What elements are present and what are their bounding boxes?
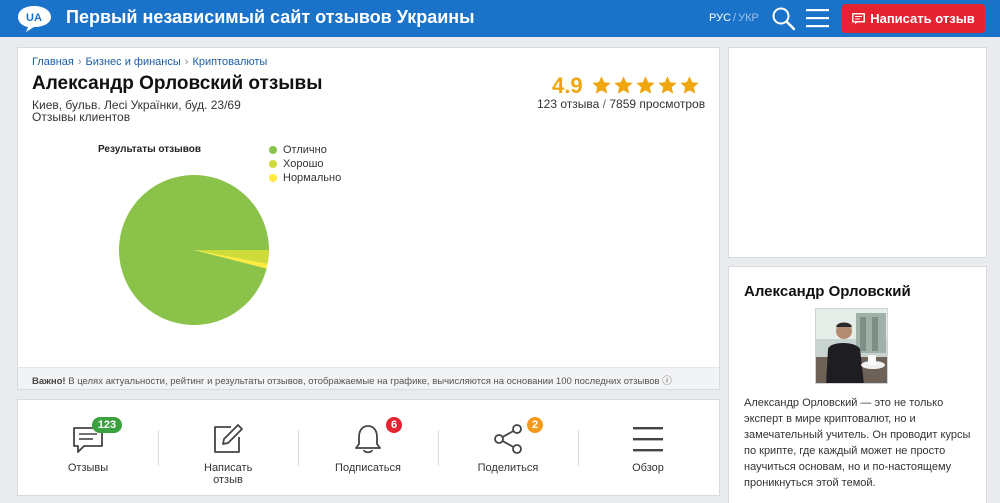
site-title[interactable]: Первый независимый сайт отзывов Украины <box>66 7 475 28</box>
rating-pie-chart <box>118 175 269 326</box>
chart-legend: Отлично Хорошо Нормально <box>269 143 341 185</box>
legend-label: Отлично <box>283 144 327 156</box>
action-label: Обзор <box>632 462 664 474</box>
about-title: Александр Орловский <box>744 283 911 300</box>
rating-score: 4.9 <box>552 73 583 98</box>
ad-placeholder <box>728 47 987 258</box>
page-title: Александр Орловский отзывы <box>32 73 323 94</box>
legend-swatch <box>269 160 277 168</box>
share-icon <box>494 424 522 454</box>
menu-icon[interactable] <box>806 8 829 28</box>
lang-separator: / <box>733 12 737 24</box>
breadcrumb-subcategory[interactable]: Криптовалюты <box>192 56 267 68</box>
legend-label: Хорошо <box>283 158 324 170</box>
action-overview[interactable]: Обзор <box>578 400 718 495</box>
action-reviews[interactable]: Отзывы <box>18 400 158 495</box>
star-icon <box>592 76 611 94</box>
legend-label: Нормально <box>283 172 342 184</box>
bell-icon <box>355 425 381 454</box>
legend-swatch <box>269 174 277 182</box>
action-label: Написать отзыв <box>204 462 253 486</box>
legend-swatch <box>269 146 277 154</box>
action-share[interactable]: Поделиться <box>438 400 578 495</box>
business-card: Главная › Бизнес и финансы › Криптовалюты Ал… <box>17 47 720 390</box>
breadcrumb-home[interactable]: Главная <box>32 56 74 68</box>
count-separator: / <box>602 97 606 111</box>
breadcrumb: Главная › Бизнес и финансы › Криптовалюты <box>32 56 267 68</box>
star-icon <box>680 76 699 94</box>
reviews-count[interactable]: 123 отзыва <box>537 97 599 111</box>
search-icon[interactable] <box>771 6 796 31</box>
comment-icon <box>852 12 866 24</box>
views-count: 7859 просмотров <box>609 97 706 111</box>
action-label: Подписаться <box>335 462 401 474</box>
business-subtitle: Отзывы клиентов <box>32 110 131 124</box>
logo-icon[interactable]: UA <box>16 4 53 33</box>
logo-text: UA <box>26 12 42 24</box>
profile-photo-image <box>816 309 887 383</box>
action-label: Поделиться <box>477 462 539 474</box>
write-review-button[interactable]: Написать отзыв <box>842 4 985 33</box>
legend-item: Нормально <box>269 171 341 185</box>
rating-note: Важно! В целях актуальности, рейтинг и р… <box>18 367 719 389</box>
note-bold: Важно! <box>32 376 66 387</box>
about-text: Александр Орловский — это не только эксп… <box>744 397 971 489</box>
breadcrumb-category[interactable]: Бизнес и финансы <box>86 56 181 68</box>
action-write-review[interactable]: Написать отзыв <box>158 400 298 495</box>
action-subscribe[interactable]: Подписаться <box>298 400 438 495</box>
chart-title: Результаты отзывов <box>98 144 201 155</box>
overview-menu-icon <box>633 427 663 452</box>
about-card: Александр Орловский Александр Орловский … <box>728 266 987 503</box>
actions-bar: Отзывы 123 Написать отзыв Подписаться 6 … <box>17 399 720 496</box>
legend-item: Хорошо <box>269 157 341 171</box>
breadcrumb-arrow: › <box>77 56 82 68</box>
breadcrumb-arrow: › <box>184 56 189 68</box>
language-switch: РУС / УКР <box>709 12 759 24</box>
reviews-count-badge: 123 <box>92 417 122 433</box>
star-icon <box>636 76 655 94</box>
lang-ru[interactable]: РУС <box>709 12 731 24</box>
top-header: UA Первый независимый сайт отзывов Украи… <box>0 0 1000 37</box>
profile-photo[interactable] <box>815 308 888 384</box>
write-review-label: Написать отзыв <box>870 11 975 26</box>
star-icon <box>658 76 677 94</box>
review-counts: 123 отзыва / 7859 просмотров <box>537 97 705 111</box>
edit-icon <box>214 424 243 453</box>
star-icon <box>614 76 633 94</box>
lang-ua[interactable]: УКР <box>738 12 759 24</box>
action-label: Отзывы <box>67 462 109 474</box>
legend-item: Отлично <box>269 143 341 157</box>
subscribe-count-badge: 6 <box>386 417 402 433</box>
share-count-badge: 2 <box>527 417 543 433</box>
note-text: В целях актуальности, рейтинг и результа… <box>65 376 672 387</box>
rating-stars <box>591 75 700 96</box>
